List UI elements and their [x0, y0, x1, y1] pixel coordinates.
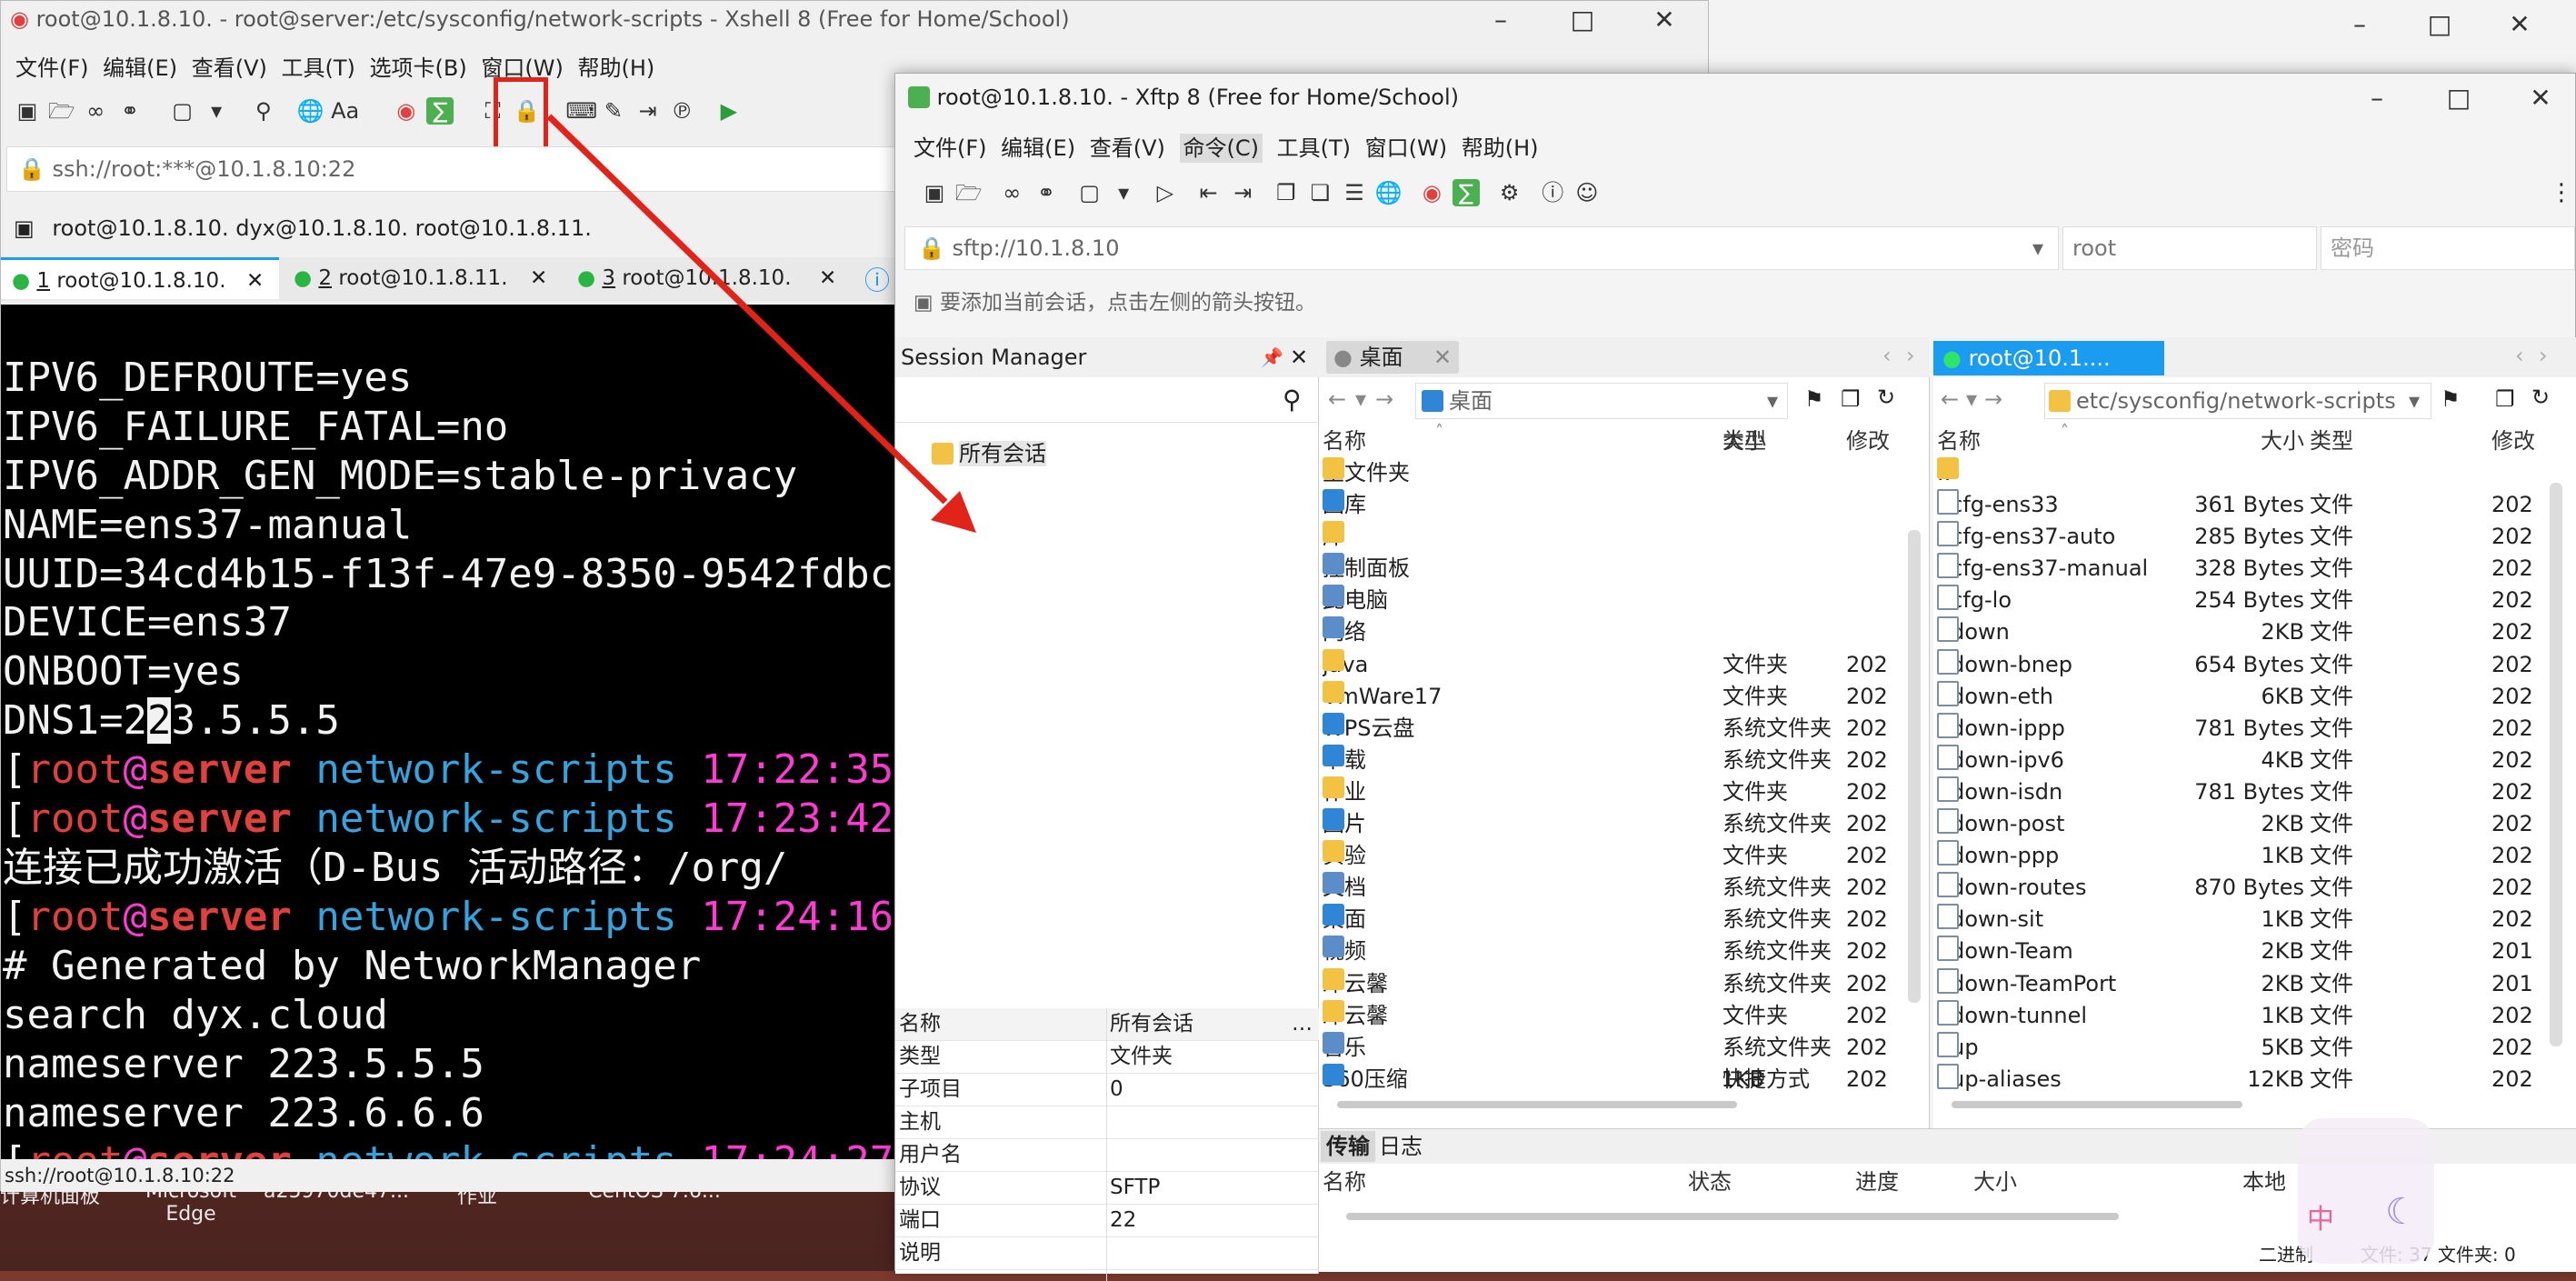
moon-icon: ☾: [2385, 1191, 2418, 1233]
annotation-arrow: [546, 114, 976, 533]
sticker-text-icon: 中: [2307, 1204, 2334, 1236]
sticker-decoration: 中 ☾: [2298, 1118, 2434, 1264]
